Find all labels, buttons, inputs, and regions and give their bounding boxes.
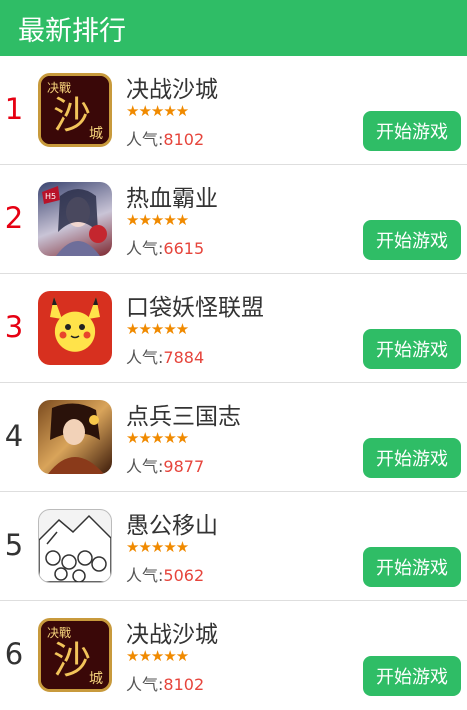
- popularity: 人气:9877: [126, 457, 205, 476]
- kou-dai-yao-guai-icon[interactable]: [38, 291, 112, 365]
- svg-text:H5: H5: [45, 192, 56, 201]
- game-name[interactable]: 愚公移山: [126, 506, 218, 540]
- game-name[interactable]: 决战沙城: [126, 615, 218, 649]
- popularity: 人气:8102: [126, 675, 205, 694]
- popularity: 人气:7884: [126, 348, 205, 367]
- page-header: 最新排行: [0, 0, 467, 56]
- rank-number: 6: [4, 637, 24, 671]
- popularity: 人气:5062: [126, 566, 205, 585]
- start-game-button[interactable]: 开始游戏: [363, 656, 461, 696]
- start-game-button[interactable]: 开始游戏: [363, 547, 461, 587]
- game-name[interactable]: 热血霸业: [126, 179, 218, 213]
- svg-text:沙: 沙: [53, 638, 91, 682]
- start-game-button[interactable]: 开始游戏: [363, 111, 461, 151]
- popularity: 人气:6615: [126, 239, 205, 258]
- game-name[interactable]: 决战沙城: [126, 70, 218, 104]
- svg-text:城: 城: [89, 126, 103, 142]
- page-title: 最新排行: [18, 15, 126, 47]
- svg-text:城: 城: [89, 671, 103, 687]
- svg-text:沙: 沙: [53, 93, 91, 137]
- start-game-button[interactable]: 开始游戏: [363, 438, 461, 478]
- start-game-button[interactable]: 开始游戏: [363, 329, 461, 369]
- popularity: 人气:8102: [126, 130, 205, 149]
- rank-number: 2: [4, 201, 24, 235]
- list-item[interactable]: 6 决戰 沙 城 决战沙城 ★★★★★ 人气:8102 开始游戏: [0, 601, 467, 710]
- rank-number: 1: [4, 92, 24, 126]
- list-item[interactable]: 4 点兵三国志 ★★★★★ 人气:9877 开始游戏: [0, 383, 467, 492]
- rank-number: 5: [4, 528, 24, 562]
- start-game-button[interactable]: 开始游戏: [363, 220, 461, 260]
- rating-stars: ★★★★★: [126, 647, 189, 665]
- list-item[interactable]: 2 H5 热血霸业 ★★★★★ 人气:6615 开始游戏: [0, 165, 467, 274]
- rating-stars: ★★★★★: [126, 429, 189, 447]
- game-name[interactable]: 口袋妖怪联盟: [126, 288, 264, 322]
- re-xue-ba-ye-icon[interactable]: H5: [38, 182, 112, 256]
- list-item[interactable]: 3 口袋妖怪联盟 ★★★★★ 人气:7884 开始游戏: [0, 274, 467, 383]
- dian-bing-san-guo-zhi-icon[interactable]: [38, 400, 112, 474]
- rating-stars: ★★★★★: [126, 538, 189, 556]
- game-ranking-list: 1 决戰 沙 城 决战沙城 ★★★★★ 人气:8102 开始游戏 2 H5 热血…: [0, 56, 467, 710]
- yu-gong-yi-shan-icon[interactable]: [38, 509, 112, 583]
- rank-number: 4: [4, 419, 24, 453]
- list-item[interactable]: 5 愚公移山 ★★★★★ 人气:5062 开始游戏: [0, 492, 467, 601]
- rating-stars: ★★★★★: [126, 211, 189, 229]
- rating-stars: ★★★★★: [126, 102, 189, 120]
- game-name[interactable]: 点兵三国志: [126, 397, 241, 431]
- rank-number: 3: [4, 310, 24, 344]
- list-item[interactable]: 1 决戰 沙 城 决战沙城 ★★★★★ 人气:8102 开始游戏: [0, 56, 467, 165]
- jue-zhan-sha-cheng-icon[interactable]: 决戰 沙 城: [38, 618, 112, 692]
- jue-zhan-sha-cheng-icon[interactable]: 决戰 沙 城: [38, 73, 112, 147]
- rating-stars: ★★★★★: [126, 320, 189, 338]
